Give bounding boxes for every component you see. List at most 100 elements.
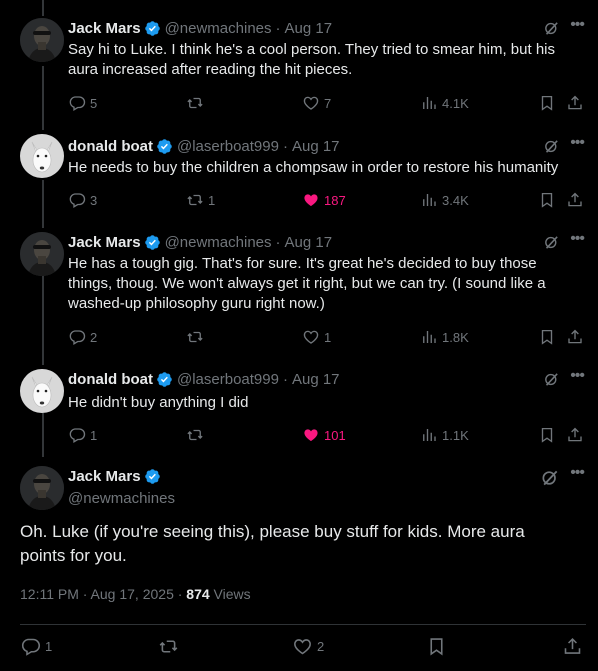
verified-badge-icon [144, 234, 161, 251]
action-bar: 5 7 4.1K [68, 93, 588, 113]
reply-count: 2 [90, 329, 98, 345]
reply-icon [68, 426, 86, 444]
tweet-date[interactable]: Aug 17 [292, 138, 340, 155]
display-name[interactable]: donald boat [68, 371, 153, 388]
tweet-metadata: 12:11 PM · Aug 17, 2025 · 874 Views [20, 586, 251, 602]
retweet-button[interactable] [158, 636, 183, 656]
more-options-icon[interactable]: ••• [570, 230, 585, 248]
reply-button[interactable]: 5 [68, 93, 97, 113]
share-button[interactable] [566, 425, 588, 445]
display-name[interactable]: Jack Mars [68, 468, 141, 485]
more-options-icon[interactable]: ••• [570, 16, 585, 34]
separator-dot: · [275, 233, 281, 251]
handle[interactable]: @laserboat999 [177, 138, 279, 155]
share-icon [566, 94, 584, 112]
handle[interactable]: @newmachines [68, 490, 175, 507]
bookmark-button[interactable] [538, 93, 560, 113]
bookmark-button[interactable] [538, 425, 560, 445]
bookmark-button[interactable] [538, 327, 560, 347]
handle[interactable]: @newmachines [165, 234, 272, 251]
share-button[interactable] [566, 93, 588, 113]
retweet-icon [186, 94, 204, 112]
share-button[interactable] [566, 190, 588, 210]
grok-icon[interactable] [543, 138, 560, 155]
verified-badge-icon [156, 138, 173, 155]
avatar[interactable] [20, 466, 64, 510]
views-count: 1.8K [442, 329, 469, 345]
avatar[interactable] [20, 232, 64, 276]
share-icon [562, 636, 583, 657]
retweet-button[interactable] [186, 425, 208, 445]
display-name[interactable]: donald boat [68, 138, 153, 155]
bookmark-icon [538, 426, 556, 444]
grok-icon[interactable] [540, 468, 560, 488]
timestamp[interactable]: 12:11 PM · Aug 17, 2025 · [20, 586, 186, 602]
grok-icon[interactable] [543, 20, 560, 37]
retweet-button[interactable] [186, 93, 208, 113]
like-button[interactable]: 1 [302, 327, 331, 347]
views-count: 4.1K [442, 95, 469, 111]
more-options-icon[interactable]: ••• [570, 464, 585, 482]
tweet-date[interactable]: Aug 17 [292, 371, 340, 388]
display-name[interactable]: Jack Mars [68, 20, 141, 37]
tweet-date[interactable]: Aug 17 [285, 234, 333, 251]
reply-count: 1 [90, 427, 98, 443]
share-icon [566, 328, 584, 346]
like-button[interactable]: 101 [302, 425, 346, 445]
heart-icon [302, 328, 320, 346]
like-button[interactable]: 7 [302, 93, 331, 113]
thread-line [42, 0, 44, 16]
thread-line [42, 275, 44, 365]
verified-badge-icon [144, 468, 161, 485]
views-button[interactable]: 4.1K [420, 93, 469, 113]
views-button[interactable]: 3.4K [420, 190, 469, 210]
like-button[interactable]: 2 [292, 636, 324, 656]
share-button[interactable] [566, 327, 588, 347]
more-options-icon[interactable]: ••• [570, 367, 585, 385]
heart-filled-icon [302, 426, 320, 444]
reply-icon [20, 636, 41, 657]
bookmark-icon [538, 328, 556, 346]
avatar[interactable] [20, 134, 64, 178]
retweet-button[interactable]: 1 [186, 190, 215, 210]
share-button[interactable] [562, 636, 587, 656]
main-action-bar: 1 2 [20, 636, 586, 660]
views-button[interactable]: 1.1K [420, 425, 469, 445]
avatar[interactable] [20, 369, 64, 413]
more-options-icon[interactable]: ••• [570, 134, 585, 152]
handle[interactable]: @laserboat999 [177, 371, 279, 388]
tweet-date[interactable]: Aug 17 [285, 20, 333, 37]
views-button[interactable]: 1.8K [420, 327, 469, 347]
retweet-icon [186, 426, 204, 444]
divider [20, 624, 586, 625]
reply-button[interactable]: 1 [20, 636, 52, 656]
like-count: 101 [324, 427, 346, 443]
grok-icon[interactable] [543, 371, 560, 388]
reply-button[interactable]: 2 [68, 327, 97, 347]
reply-icon [68, 94, 86, 112]
share-icon [566, 426, 584, 444]
like-count: 7 [324, 95, 332, 111]
handle[interactable]: @newmachines [165, 20, 272, 37]
thread-line [42, 180, 44, 228]
avatar[interactable] [20, 18, 64, 62]
like-count: 2 [317, 638, 325, 654]
bookmark-icon [538, 94, 556, 112]
views-count: 874 [186, 586, 210, 602]
reply-count: 3 [90, 192, 98, 208]
bookmark-icon [538, 191, 556, 209]
retweet-icon [186, 328, 204, 346]
grok-icon[interactable] [543, 234, 560, 251]
reply-button[interactable]: 3 [68, 190, 97, 210]
reply-button[interactable]: 1 [68, 425, 97, 445]
reply-count: 1 [45, 638, 53, 654]
views-label: Views [209, 586, 251, 602]
like-button[interactable]: 187 [302, 190, 346, 210]
display-name[interactable]: Jack Mars [68, 234, 141, 251]
views-count: 3.4K [442, 192, 469, 208]
retweet-button[interactable] [186, 327, 208, 347]
retweet-count: 1 [208, 192, 216, 208]
bookmark-button[interactable] [426, 636, 451, 656]
bookmark-button[interactable] [538, 190, 560, 210]
views-count: 1.1K [442, 427, 469, 443]
